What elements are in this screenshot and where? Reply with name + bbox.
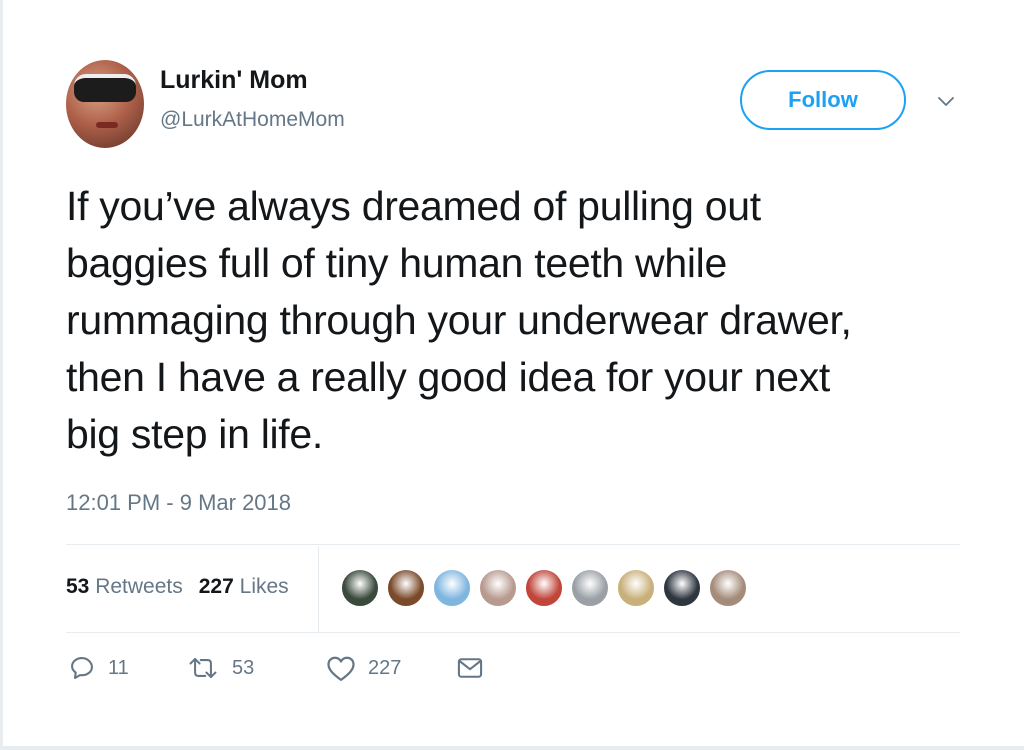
chevron-down-icon[interactable]	[934, 90, 958, 114]
tweet-text-line: If you’ve always dreamed of pulling out	[66, 183, 761, 229]
like-button[interactable]: 227	[326, 654, 401, 682]
retweets-count: 53	[66, 575, 90, 598]
likes-count: 227	[198, 575, 234, 598]
tweet-timestamp[interactable]: 12:01 PM - 9 Mar 2018	[66, 490, 291, 516]
retweets-label: Retweets	[95, 575, 183, 598]
heart-icon	[326, 654, 356, 682]
tweet-card: Lurkin' Mom @LurkAtHomeMom Follow If you…	[0, 0, 1024, 750]
tweet-text-line: rummaging through your underwear drawer,	[66, 297, 852, 343]
retweet-count: 53	[232, 656, 255, 679]
sunglasses-graphic	[74, 74, 136, 102]
liker-avatar[interactable]	[478, 568, 518, 608]
tweet-text-line: then I have a really good idea for your …	[66, 354, 831, 400]
author-display-name[interactable]: Lurkin' Mom	[160, 66, 308, 95]
tweet-stats: 53 Retweets 227 Likes	[66, 575, 289, 599]
tweet-text-line: baggies full of tiny human teeth while	[66, 240, 727, 286]
like-count: 227	[368, 656, 402, 679]
stats-divider	[318, 546, 319, 632]
tweet-text: If you’ve always dreamed of pulling out …	[66, 178, 956, 463]
divider	[66, 632, 960, 633]
liker-avatar[interactable]	[708, 568, 748, 608]
follow-button[interactable]: Follow	[740, 70, 906, 130]
retweets-stat[interactable]: 53 Retweets	[66, 575, 183, 598]
retweet-icon	[186, 654, 220, 682]
likes-label: Likes	[239, 575, 289, 598]
liker-avatar[interactable]	[432, 568, 472, 608]
liker-avatar[interactable]	[386, 568, 426, 608]
liker-avatar[interactable]	[524, 568, 564, 608]
mouth-graphic	[96, 122, 118, 128]
reply-icon	[68, 654, 96, 682]
direct-message-button[interactable]	[456, 654, 484, 682]
author-avatar[interactable]	[66, 60, 144, 148]
envelope-icon	[456, 654, 484, 682]
liker-avatar[interactable]	[616, 568, 656, 608]
tweet-text-line: big step in life.	[66, 411, 323, 457]
liker-avatar[interactable]	[570, 568, 610, 608]
divider	[66, 544, 960, 545]
liker-avatar[interactable]	[662, 568, 702, 608]
liker-avatar[interactable]	[340, 568, 380, 608]
likes-stat[interactable]: 227 Likes	[199, 575, 289, 598]
author-handle[interactable]: @LurkAtHomeMom	[160, 108, 345, 132]
retweet-button[interactable]: 53	[186, 654, 254, 682]
reply-button[interactable]: 11	[68, 654, 129, 682]
reply-count: 11	[108, 656, 129, 679]
